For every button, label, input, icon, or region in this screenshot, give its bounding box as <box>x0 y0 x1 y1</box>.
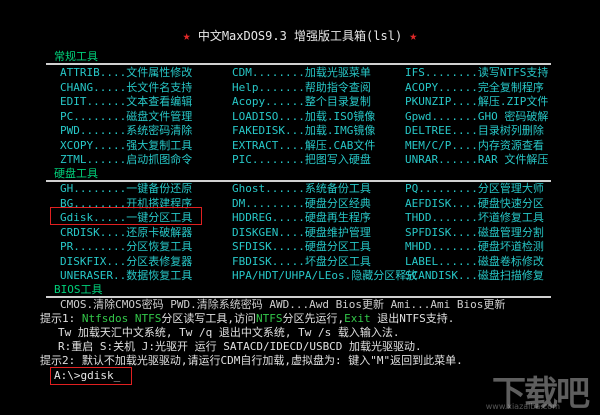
common-tools-item[interactable]: FAKEDISK...加载.IMG镜像 <box>232 124 375 137</box>
common-tools-item[interactable]: EXTRACT....解压.CAB文件 <box>232 139 375 152</box>
app-title: 中文MaxDOS9.3 增强版工具箱(lsl) <box>197 29 403 43</box>
star-icon: ★ <box>182 29 191 44</box>
common-tools-item[interactable]: PKUNZIP....解压.ZIP文件 <box>405 95 548 108</box>
common-tools-item[interactable]: DELTREE....目录树列删除 <box>405 124 544 137</box>
tip-line-2: Tw 加载天汇中文系统, Tw /q 退出中文系统, Tw /s 载入输入法. <box>58 326 400 339</box>
disk-tools-item[interactable]: SCANDISK...磁盘扫描修复 <box>405 269 544 282</box>
common-tools-item[interactable]: PWD.......系统密码清除 <box>60 124 192 137</box>
disk-tools-item[interactable]: DM.........硬盘分区经典 <box>232 197 371 210</box>
common-tools-item[interactable]: UNRAR......RAR 文件解压 <box>405 153 548 166</box>
disk-tools-item[interactable]: LABEL......磁盘卷标修改 <box>405 255 544 268</box>
disk-tools-item[interactable]: Ghost......系统备份工具 <box>232 182 371 195</box>
common-tools-item[interactable]: ACOPY......完全复制程序 <box>405 81 544 94</box>
bios-tools-line: CMOS.清除CMOS密码 PWD.清除系统密码 AWD...Awd Bios更… <box>60 298 506 311</box>
disk-tools-item[interactable]: UNERASER..数据恢复工具 <box>60 269 192 282</box>
section-disk-tools: 硬盘工具 <box>54 167 98 180</box>
common-tools-item[interactable]: Acopy......整个目录复制 <box>232 95 371 108</box>
common-tools-item[interactable]: XCOPY.....强大复制工具 <box>60 139 192 152</box>
section-common-tools: 常规工具 <box>54 50 98 63</box>
disk-tools-item[interactable]: PQ.........分区管理大师 <box>405 182 544 195</box>
watermark-url: www.xiazaiba.com <box>485 402 560 411</box>
common-tools-item[interactable]: PC........磁盘文件管理 <box>60 110 192 123</box>
app-title-bar: ★ 中文MaxDOS9.3 增强版工具箱(lsl) ★ <box>0 29 600 44</box>
tip-line-4: 提示2: 默认不加载光驱驱动,请运行CDM自行加载,虚拟盘为: 键入"M"返回到… <box>40 354 463 367</box>
section-bios-tools: BIOS工具 <box>54 283 103 296</box>
common-tools-item[interactable]: CHANG.....长文件名支持 <box>60 81 192 94</box>
tip-line-3: R:重启 S:关机 J:光驱开 运行 SATACD/IDECD/USBCD 加载… <box>58 340 422 353</box>
common-tools-item[interactable]: IFS........读写NTFS支持 <box>405 66 548 79</box>
disk-tools-item[interactable]: SFDISK.....硬盘分区工具 <box>232 240 371 253</box>
common-tools-item[interactable]: CDM........加载光驱菜单 <box>232 66 371 79</box>
disk-tools-item[interactable]: HPA/HDT/UHPA/LEos.隐藏分区释放 <box>232 269 417 282</box>
common-tools-item[interactable]: ZTML......启动抓图命令 <box>60 153 192 166</box>
disk-tools-item[interactable]: PR........分区恢复工具 <box>60 240 192 253</box>
disk-tools-item[interactable]: GH........一键备份还原 <box>60 182 192 195</box>
disk-tools-item[interactable]: AEFDISK....硬盘快速分区 <box>405 197 544 210</box>
command-prompt[interactable]: A:\>gdisk_ <box>54 369 120 382</box>
disk-tools-item[interactable]: CRDISK....还原卡破解器 <box>60 226 192 239</box>
disk-tools-item[interactable]: MHDD.......硬盘坏道检测 <box>405 240 544 253</box>
gdisk-highlight-box <box>50 207 202 225</box>
disk-tools-item[interactable]: FBDISK.....坏盘分区工具 <box>232 255 371 268</box>
common-tools-item[interactable]: MEM/C/P....内存资源查看 <box>405 139 544 152</box>
tip-line-1: 提示1: Ntfsdos NTFS分区读写工具,访问NTFS分区先运行,Exit… <box>40 312 455 325</box>
disk-tools-item[interactable]: HDDREG.....硬盘再生程序 <box>232 211 371 224</box>
common-tools-item[interactable]: PIC........把图写入硬盘 <box>232 153 371 166</box>
disk-tools-item[interactable]: SPFDISK....磁盘管理分割 <box>405 226 544 239</box>
common-tools-item[interactable]: Gpwd.......GHO 密码破解 <box>405 110 548 123</box>
common-tools-item[interactable]: EDIT......文本查看编辑 <box>60 95 192 108</box>
disk-tools-item[interactable]: DISKFIX...分区表修复器 <box>60 255 192 268</box>
disk-tools-item[interactable]: DISKGEN....硬盘维护管理 <box>232 226 371 239</box>
star-icon: ★ <box>409 29 418 44</box>
common-tools-item[interactable]: ATTRIB....文件属性修改 <box>60 66 192 79</box>
command-input[interactable]: A:\>gdisk_ <box>54 369 120 382</box>
divider <box>46 63 551 65</box>
disk-tools-item[interactable]: THDD.......坏道修复工具 <box>405 211 544 224</box>
common-tools-item[interactable]: Help.......帮助指令查阅 <box>232 81 371 94</box>
common-tools-item[interactable]: LOADISO....加载.ISO镜像 <box>232 110 375 123</box>
